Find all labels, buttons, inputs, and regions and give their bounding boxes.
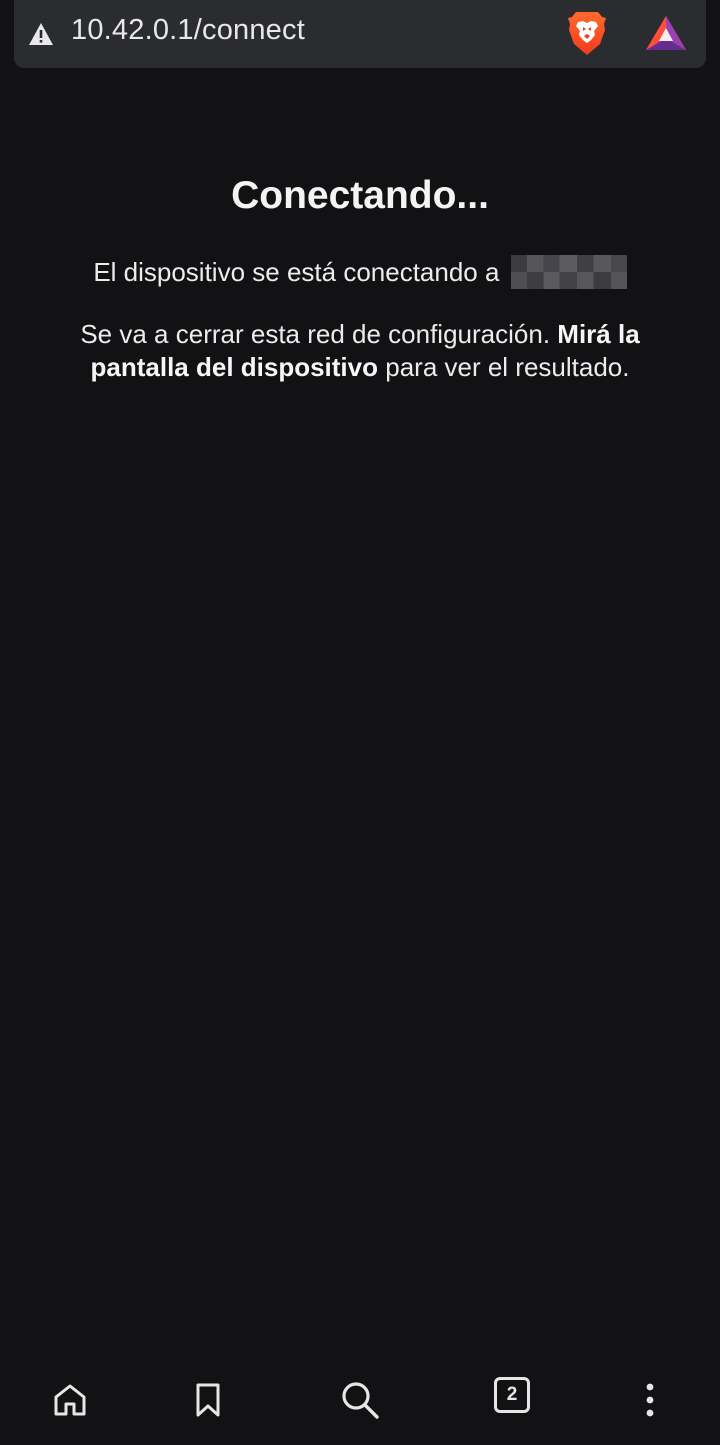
bookmark-button[interactable] (185, 1377, 231, 1423)
address-bar[interactable]: 10.42.0.1/connect (14, 0, 706, 68)
connecting-text: El dispositivo se está conectando a (93, 257, 500, 287)
redacted-network-name (510, 255, 627, 290)
home-icon (54, 1384, 86, 1416)
home-button[interactable] (47, 1377, 93, 1423)
tab-count-badge: 2 (494, 1377, 530, 1413)
warning-triangle-icon[interactable] (28, 22, 54, 46)
bottom-toolbar: 2 (0, 1355, 720, 1445)
closing-text-start: Se va a cerrar esta red de configuración… (80, 319, 551, 350)
brave-rewards-icon[interactable] (645, 14, 687, 52)
closing-message: Se va a cerrar esta red de configuración… (50, 318, 670, 384)
bookmark-icon (196, 1383, 220, 1417)
connecting-message: El dispositivo se está conectando a (0, 254, 720, 291)
closing-text-end: para ver el resultado. (385, 352, 630, 383)
search-icon (342, 1382, 379, 1419)
browser-screen: 10.42.0.1/connect Conectando... El dispo… (0, 0, 720, 1445)
brave-shields-icon[interactable] (567, 10, 607, 56)
url-text[interactable]: 10.42.0.1/connect (71, 14, 305, 47)
more-vertical-icon (646, 1383, 654, 1417)
page-title: Conectando... (231, 174, 489, 217)
page-content: Conectando... El dispositivo se está con… (0, 160, 720, 384)
menu-button[interactable] (627, 1377, 673, 1423)
tabs-button[interactable]: 2 (494, 1377, 540, 1423)
search-button[interactable] (337, 1377, 383, 1423)
